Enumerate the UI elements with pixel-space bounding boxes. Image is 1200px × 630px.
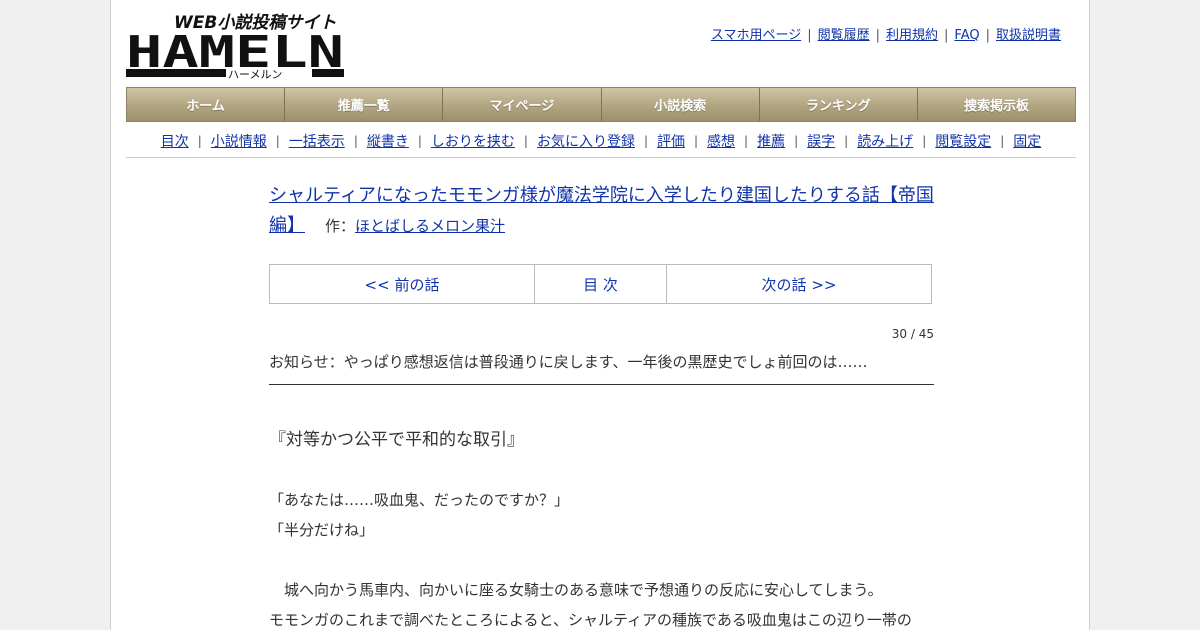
subnav-read-aloud[interactable]: 読み上げ [857,131,913,151]
body-line: モモンガのこれまで調べたところによると、シャルティアの種族である吸血鬼はこの辺り… [269,611,912,629]
main-nav: ホーム 推薦一覧 マイページ 小説検索 ランキング 捜索掲示板 [126,87,1076,122]
subnav-show-all[interactable]: 一括表示 [289,131,345,151]
hameln-logo[interactable]: WEB小説投稿サイト HAMELN ハーメルン [126,10,346,80]
page-container: WEB小説投稿サイト HAMELN ハーメルン スマホ用ページ | 閲覧履歴 | 利用規… [110,0,1090,630]
novel-header: シャルティアになったモモンガ様が魔法学院に入学したり建国したりする話【帝国編】作… [269,181,934,241]
nav-novel-search[interactable]: 小説検索 [601,88,760,121]
history-link[interactable]: 閲覧履歴 [818,28,870,43]
nav-ranking[interactable]: ランキング [759,88,918,121]
body-line: 「半分だけね」 [269,521,375,539]
top-links: スマホ用ページ | 閲覧履歴 | 利用規約 | FAQ | 取扱説明書 [710,28,1061,43]
subnav-view-settings[interactable]: 閲覧設定 [935,131,991,151]
content-area: シャルティアになったモモンガ様が魔法学院に入学したり建国したりする話【帝国編】作… [269,160,934,630]
prev-chapter-button[interactable]: << 前の話 [270,265,535,303]
author-notice: お知らせ：やっぱり感想返信は普段通りに戻します、一年後の黒歴史でしょ前回のは…… [269,351,934,385]
subnav-favorite[interactable]: お気に入り登録 [537,131,635,151]
subnav-typo[interactable]: 誤字 [807,131,835,151]
subnav-novel-info[interactable]: 小説情報 [211,131,267,151]
author-prefix: 作： [325,217,356,235]
nav-home[interactable]: ホーム [127,88,286,121]
author-link[interactable]: ほとばしるメロン果汁 [355,217,505,235]
body-line: 「あなたは……吸血鬼、だったのですか？」 [269,491,570,509]
terms-link[interactable]: 利用規約 [886,28,938,43]
author-line: 作：ほとばしるメロン果汁 [325,217,505,235]
subnav-rating[interactable]: 評価 [657,131,685,151]
toc-button[interactable]: 目 次 [535,265,667,303]
subnav-comments[interactable]: 感想 [707,131,735,151]
chapter-heading: 『対等かつ公平で平和的な取引』 [269,430,524,450]
subnav-toc[interactable]: 目次 [161,131,189,151]
manual-link[interactable]: 取扱説明書 [996,28,1061,43]
nav-recommendations[interactable]: 推薦一覧 [285,88,444,121]
nav-search-board[interactable]: 捜索掲示板 [917,88,1076,121]
subnav-bookmark[interactable]: しおりを挟む [431,131,515,151]
nav-mypage[interactable]: マイページ [443,88,602,121]
chapter-body: 『対等かつ公平で平和的な取引』 「あなたは……吸血鬼、だったのですか？」 「半分… [269,425,934,630]
smartphone-page-link[interactable]: スマホ用ページ [711,28,801,43]
next-chapter-button[interactable]: 次の話 >> [667,265,931,303]
chapter-counter: 30 / 45 [891,327,934,341]
subnav-recommend[interactable]: 推薦 [757,131,785,151]
chapter-nav: << 前の話 目 次 次の話 >> [269,264,932,304]
subnav-vertical[interactable]: 縦書き [367,131,409,151]
body-line: 城へ向かう馬車内、向かいに座る女騎士のある意味で予想通りの反応に安心してしまう。 [269,581,883,599]
faq-link[interactable]: FAQ [954,28,979,43]
logo-kana: ハーメルン [228,68,282,80]
sub-nav: 目次 | 小説情報 | 一括表示 | 縦書き | しおりを挟む | お気に入り登録 | 評価… [126,124,1076,158]
subnav-pin[interactable]: 固定 [1013,131,1041,151]
